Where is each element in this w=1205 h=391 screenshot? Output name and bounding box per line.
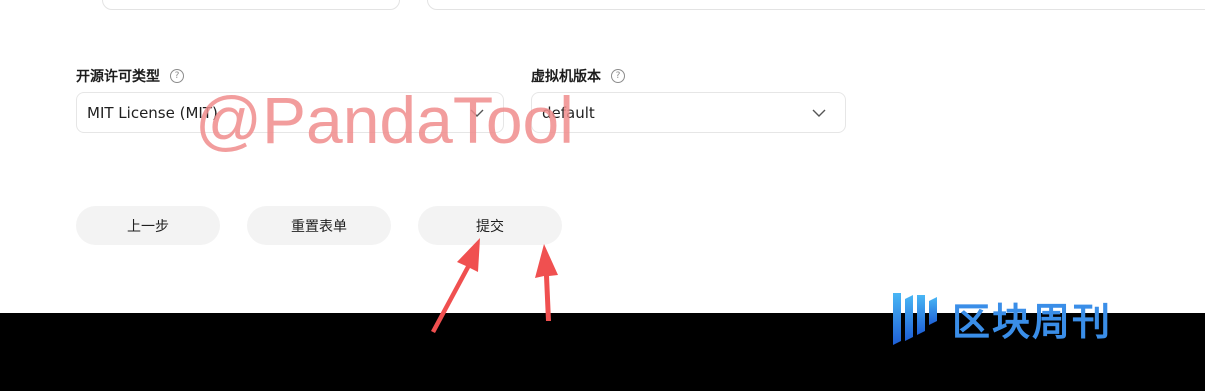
chevron-down-icon — [812, 109, 826, 117]
vm-version-select[interactable]: default — [531, 92, 846, 133]
submit-button[interactable]: 提交 — [418, 206, 562, 245]
license-type-label: 开源许可类型 ? — [76, 66, 184, 86]
previous-row-input-right[interactable] — [427, 0, 1205, 10]
chevron-down-icon — [470, 109, 484, 117]
question-circle-icon[interactable]: ? — [611, 69, 625, 83]
red-arrow-icon — [535, 244, 558, 321]
vm-version-value: default — [542, 103, 595, 122]
license-type-value: MIT License (MIT) — [87, 103, 218, 122]
reset-form-button[interactable]: 重置表单 — [247, 206, 391, 245]
previous-step-button[interactable]: 上一步 — [76, 206, 220, 245]
vm-version-label-text: 虚拟机版本 — [531, 69, 601, 85]
brand-logo-icon — [893, 293, 937, 345]
brand-name: 区块周刊 — [952, 299, 1113, 344]
vm-version-label: 虚拟机版本 ? — [531, 66, 625, 86]
previous-row-input-left[interactable] — [102, 0, 400, 10]
license-type-label-text: 开源许可类型 — [76, 69, 160, 85]
question-circle-icon[interactable]: ? — [170, 69, 184, 83]
brand-logo: 区块周刊 — [890, 290, 1112, 346]
license-type-select[interactable]: MIT License (MIT) — [76, 92, 504, 133]
